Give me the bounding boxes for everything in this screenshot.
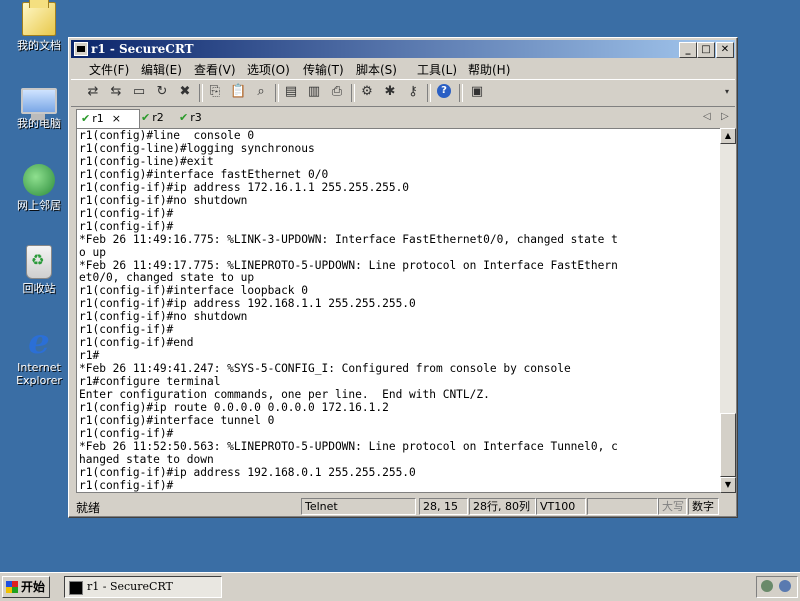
tab-label: r3 xyxy=(190,111,202,124)
securecrt-window: r1 - SecureCRT _ □ ✕ 文件(F) 编辑(E) 查看(V) 选… xyxy=(68,37,738,518)
my-documents-icon xyxy=(22,0,56,36)
find-icon[interactable]: ⌕ xyxy=(253,84,269,100)
connected-check-icon: ✔ xyxy=(141,111,151,124)
desktop-icon-recycle-bin[interactable]: 回收站 xyxy=(6,245,72,295)
tab-label: r2 xyxy=(152,111,164,124)
tab-scroll-right-icon[interactable]: ▷ xyxy=(721,111,729,122)
menu-bar: 文件(F) 编辑(E) 查看(V) 选项(O) 传输(T) 脚本(S) 工具(L… xyxy=(71,60,735,78)
recycle-bin-icon xyxy=(26,245,52,279)
menu-help[interactable]: 帮助(H) xyxy=(468,61,510,78)
network-status-icon[interactable] xyxy=(761,580,773,592)
help-icon[interactable]: ? xyxy=(437,84,451,98)
menu-transfer[interactable]: 传输(T) xyxy=(303,61,344,78)
global-options-icon[interactable]: ✱ xyxy=(382,84,398,100)
minimize-button[interactable]: _ xyxy=(679,42,697,58)
menu-options[interactable]: 选项(O) xyxy=(247,61,290,78)
tab-r3[interactable]: ✔ r3 xyxy=(175,109,215,127)
connect-tab-icon[interactable]: ▭ xyxy=(131,84,147,100)
disconnect-icon[interactable]: ✖ xyxy=(177,84,193,100)
vertical-scrollbar[interactable]: ▲ ▼ xyxy=(720,128,736,493)
desktop-icon-internet-explorer[interactable]: e Internet Explorer xyxy=(6,322,72,387)
title-bar[interactable]: r1 - SecureCRT _ □ ✕ xyxy=(71,40,735,58)
status-protocol: Telnet xyxy=(301,498,416,515)
tab-r1[interactable]: ✔ r1 × xyxy=(76,109,140,128)
my-computer-icon xyxy=(21,88,57,120)
toolbar-overflow-icon[interactable]: ▾ xyxy=(719,84,735,100)
desktop-icon-label: 网上邻居 xyxy=(17,199,61,212)
status-caps-lock: 大写 xyxy=(658,498,687,515)
internet-explorer-icon: e xyxy=(28,322,50,362)
session-options-icon[interactable]: ⚙ xyxy=(359,84,375,100)
terminal-text: r1(config)#line console 0 r1(config-line… xyxy=(79,129,618,492)
desktop-icon-label: 我的文档 xyxy=(17,39,61,52)
desktop-icon-my-computer[interactable]: 我的电脑 xyxy=(6,84,72,130)
securecrt-task-icon xyxy=(69,581,83,595)
tab-scroll-left-icon[interactable]: ◁ xyxy=(703,111,711,122)
tab-r2[interactable]: ✔ r2 xyxy=(137,109,177,127)
system-tray xyxy=(756,576,798,598)
session-tab-bar: ✔ r1 × ✔ r2 ✔ r3 ◁ ▷ xyxy=(71,108,735,128)
windows-logo-icon xyxy=(6,581,18,593)
desktop-icon-my-documents[interactable]: 我的文档 xyxy=(6,0,72,52)
tab-label: r1 xyxy=(92,112,104,125)
status-emulation: VT100 xyxy=(536,498,586,515)
keymap-icon[interactable]: ⚷ xyxy=(405,84,421,100)
status-bar: 就绪 Telnet 28, 15 28行, 80列 VT100 大写 数字 xyxy=(71,497,735,515)
scroll-up-button[interactable]: ▲ xyxy=(720,128,736,144)
status-cursor-position: 28, 15 xyxy=(419,498,468,515)
menu-edit[interactable]: 编辑(E) xyxy=(141,61,182,78)
paste-icon[interactable]: 📋 xyxy=(230,84,246,100)
maximize-button[interactable]: □ xyxy=(697,42,715,58)
taskbar-item-label: r1 - SecureCRT xyxy=(87,580,173,593)
scroll-down-button[interactable]: ▼ xyxy=(720,477,736,493)
desktop-icon-label: Internet Explorer xyxy=(16,361,62,387)
connected-check-icon: ✔ xyxy=(81,112,91,125)
network-places-icon xyxy=(23,164,55,196)
toolbar: ⇄ ⇆ ▭ ↻ ✖ ⎘ 📋 ⌕ ▤ ▥ ⎙ ⚙ ✱ ⚷ ? ▣ ▾ xyxy=(71,79,735,107)
desktop-icon-network-places[interactable]: 网上邻居 xyxy=(6,164,72,212)
status-terminal-size: 28行, 80列 xyxy=(469,498,536,515)
menu-view[interactable]: 查看(V) xyxy=(194,61,236,78)
window-title: r1 - SecureCRT xyxy=(91,42,194,56)
toolbar-separator xyxy=(199,84,203,102)
start-button[interactable]: 开始 xyxy=(2,576,50,598)
taskbar: 开始 r1 - SecureCRT xyxy=(0,572,800,601)
connect-icon[interactable]: ⇄ xyxy=(85,84,101,100)
taskbar-securecrt-button[interactable]: r1 - SecureCRT xyxy=(64,576,222,598)
volume-icon[interactable] xyxy=(779,580,791,592)
toolbar-separator xyxy=(427,84,431,102)
toolbar-separator xyxy=(275,84,279,102)
copy-icon[interactable]: ⎘ xyxy=(207,84,223,100)
menu-file[interactable]: 文件(F) xyxy=(89,61,129,78)
toolbar-separator xyxy=(459,84,463,102)
print-screen-icon[interactable]: ▤ xyxy=(283,84,299,100)
scroll-thumb[interactable] xyxy=(720,413,736,477)
toolbar-separator xyxy=(351,84,355,102)
status-blank xyxy=(587,498,658,515)
connected-check-icon: ✔ xyxy=(179,111,189,124)
menu-script[interactable]: 脚本(S) xyxy=(356,61,397,78)
status-ready: 就绪 xyxy=(76,501,101,515)
quick-connect-icon[interactable]: ⇆ xyxy=(108,84,124,100)
tab-close-icon[interactable]: × xyxy=(112,112,121,125)
print-icon[interactable]: ⎙ xyxy=(329,84,345,100)
status-num-lock: 数字 xyxy=(688,498,719,515)
desktop-icon-label: 回收站 xyxy=(22,282,56,295)
reconnect-icon[interactable]: ↻ xyxy=(154,84,170,100)
terminal-output[interactable]: r1(config)#line console 0 r1(config-line… xyxy=(76,128,722,493)
sftp-icon[interactable]: ▣ xyxy=(469,84,485,100)
start-label: 开始 xyxy=(21,580,46,594)
close-button[interactable]: ✕ xyxy=(716,42,734,58)
securecrt-app-icon[interactable] xyxy=(74,42,88,56)
print-selection-icon[interactable]: ▥ xyxy=(306,84,322,100)
menu-tools[interactable]: 工具(L) xyxy=(417,61,457,78)
